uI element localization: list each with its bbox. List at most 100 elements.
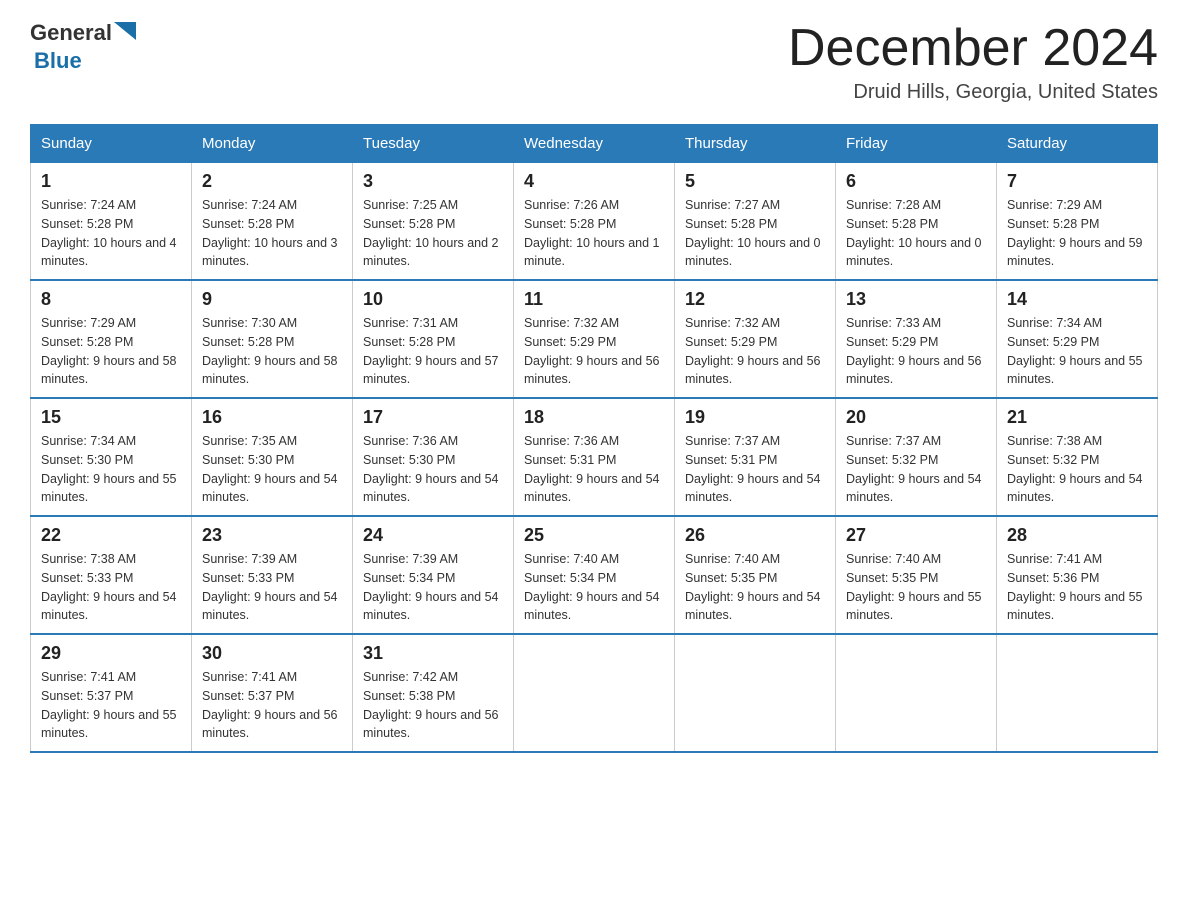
- title-block: December 2024 Druid Hills, Georgia, Unit…: [788, 20, 1158, 104]
- weekday-header-sunday: Sunday: [31, 125, 192, 163]
- day-number: 7: [1007, 171, 1147, 192]
- calendar-day-cell: 20 Sunrise: 7:37 AMSunset: 5:32 PMDaylig…: [836, 398, 997, 516]
- page-header: General Blue December 2024 Druid Hills, …: [30, 20, 1158, 104]
- calendar-day-cell: 23 Sunrise: 7:39 AMSunset: 5:33 PMDaylig…: [192, 516, 353, 634]
- day-number: 24: [363, 525, 503, 546]
- calendar-table: SundayMondayTuesdayWednesdayThursdayFrid…: [30, 124, 1158, 753]
- day-info: Sunrise: 7:29 AMSunset: 5:28 PMDaylight:…: [41, 316, 177, 386]
- day-number: 19: [685, 407, 825, 428]
- day-info: Sunrise: 7:34 AMSunset: 5:29 PMDaylight:…: [1007, 316, 1143, 386]
- calendar-day-cell: 14 Sunrise: 7:34 AMSunset: 5:29 PMDaylig…: [997, 280, 1158, 398]
- day-info: Sunrise: 7:24 AMSunset: 5:28 PMDaylight:…: [41, 198, 177, 268]
- calendar-day-cell: [836, 634, 997, 752]
- calendar-day-cell: 4 Sunrise: 7:26 AMSunset: 5:28 PMDayligh…: [514, 163, 675, 281]
- day-info: Sunrise: 7:41 AMSunset: 5:36 PMDaylight:…: [1007, 552, 1143, 622]
- day-number: 1: [41, 171, 181, 192]
- day-number: 17: [363, 407, 503, 428]
- weekday-header-wednesday: Wednesday: [514, 125, 675, 163]
- weekday-header-thursday: Thursday: [675, 125, 836, 163]
- calendar-day-cell: 12 Sunrise: 7:32 AMSunset: 5:29 PMDaylig…: [675, 280, 836, 398]
- calendar-header: SundayMondayTuesdayWednesdayThursdayFrid…: [31, 125, 1158, 163]
- weekday-header-monday: Monday: [192, 125, 353, 163]
- day-number: 13: [846, 289, 986, 310]
- day-info: Sunrise: 7:36 AMSunset: 5:30 PMDaylight:…: [363, 434, 499, 504]
- calendar-week-row: 1 Sunrise: 7:24 AMSunset: 5:28 PMDayligh…: [31, 163, 1158, 281]
- logo-arrow-icon: [114, 22, 136, 45]
- day-info: Sunrise: 7:29 AMSunset: 5:28 PMDaylight:…: [1007, 198, 1143, 268]
- day-info: Sunrise: 7:39 AMSunset: 5:34 PMDaylight:…: [363, 552, 499, 622]
- day-number: 12: [685, 289, 825, 310]
- day-number: 27: [846, 525, 986, 546]
- day-number: 21: [1007, 407, 1147, 428]
- day-number: 30: [202, 643, 342, 664]
- day-number: 5: [685, 171, 825, 192]
- calendar-day-cell: [675, 634, 836, 752]
- calendar-day-cell: 29 Sunrise: 7:41 AMSunset: 5:37 PMDaylig…: [31, 634, 192, 752]
- calendar-day-cell: 13 Sunrise: 7:33 AMSunset: 5:29 PMDaylig…: [836, 280, 997, 398]
- day-info: Sunrise: 7:40 AMSunset: 5:35 PMDaylight:…: [846, 552, 982, 622]
- day-info: Sunrise: 7:34 AMSunset: 5:30 PMDaylight:…: [41, 434, 177, 504]
- day-number: 29: [41, 643, 181, 664]
- day-info: Sunrise: 7:39 AMSunset: 5:33 PMDaylight:…: [202, 552, 338, 622]
- day-number: 16: [202, 407, 342, 428]
- calendar-day-cell: 2 Sunrise: 7:24 AMSunset: 5:28 PMDayligh…: [192, 163, 353, 281]
- day-number: 18: [524, 407, 664, 428]
- weekday-header-tuesday: Tuesday: [353, 125, 514, 163]
- calendar-day-cell: 5 Sunrise: 7:27 AMSunset: 5:28 PMDayligh…: [675, 163, 836, 281]
- day-info: Sunrise: 7:41 AMSunset: 5:37 PMDaylight:…: [202, 670, 338, 740]
- calendar-day-cell: 8 Sunrise: 7:29 AMSunset: 5:28 PMDayligh…: [31, 280, 192, 398]
- calendar-day-cell: 30 Sunrise: 7:41 AMSunset: 5:37 PMDaylig…: [192, 634, 353, 752]
- calendar-week-row: 8 Sunrise: 7:29 AMSunset: 5:28 PMDayligh…: [31, 280, 1158, 398]
- day-info: Sunrise: 7:26 AMSunset: 5:28 PMDaylight:…: [524, 198, 660, 268]
- calendar-day-cell: [997, 634, 1158, 752]
- day-info: Sunrise: 7:32 AMSunset: 5:29 PMDaylight:…: [524, 316, 660, 386]
- day-number: 14: [1007, 289, 1147, 310]
- calendar-day-cell: 22 Sunrise: 7:38 AMSunset: 5:33 PMDaylig…: [31, 516, 192, 634]
- calendar-day-cell: 16 Sunrise: 7:35 AMSunset: 5:30 PMDaylig…: [192, 398, 353, 516]
- day-info: Sunrise: 7:25 AMSunset: 5:28 PMDaylight:…: [363, 198, 499, 268]
- day-info: Sunrise: 7:37 AMSunset: 5:31 PMDaylight:…: [685, 434, 821, 504]
- day-number: 2: [202, 171, 342, 192]
- day-info: Sunrise: 7:24 AMSunset: 5:28 PMDaylight:…: [202, 198, 338, 268]
- day-number: 6: [846, 171, 986, 192]
- calendar-day-cell: 26 Sunrise: 7:40 AMSunset: 5:35 PMDaylig…: [675, 516, 836, 634]
- calendar-week-row: 15 Sunrise: 7:34 AMSunset: 5:30 PMDaylig…: [31, 398, 1158, 516]
- day-info: Sunrise: 7:30 AMSunset: 5:28 PMDaylight:…: [202, 316, 338, 386]
- day-number: 3: [363, 171, 503, 192]
- calendar-day-cell: 3 Sunrise: 7:25 AMSunset: 5:28 PMDayligh…: [353, 163, 514, 281]
- calendar-day-cell: 1 Sunrise: 7:24 AMSunset: 5:28 PMDayligh…: [31, 163, 192, 281]
- logo-general-text: General: [30, 20, 112, 46]
- day-number: 11: [524, 289, 664, 310]
- calendar-day-cell: 27 Sunrise: 7:40 AMSunset: 5:35 PMDaylig…: [836, 516, 997, 634]
- day-number: 10: [363, 289, 503, 310]
- day-number: 15: [41, 407, 181, 428]
- calendar-week-row: 29 Sunrise: 7:41 AMSunset: 5:37 PMDaylig…: [31, 634, 1158, 752]
- day-number: 23: [202, 525, 342, 546]
- day-number: 31: [363, 643, 503, 664]
- day-info: Sunrise: 7:31 AMSunset: 5:28 PMDaylight:…: [363, 316, 499, 386]
- day-number: 25: [524, 525, 664, 546]
- day-info: Sunrise: 7:27 AMSunset: 5:28 PMDaylight:…: [685, 198, 821, 268]
- calendar-day-cell: 21 Sunrise: 7:38 AMSunset: 5:32 PMDaylig…: [997, 398, 1158, 516]
- day-number: 28: [1007, 525, 1147, 546]
- calendar-day-cell: 7 Sunrise: 7:29 AMSunset: 5:28 PMDayligh…: [997, 163, 1158, 281]
- calendar-day-cell: 24 Sunrise: 7:39 AMSunset: 5:34 PMDaylig…: [353, 516, 514, 634]
- calendar-day-cell: 25 Sunrise: 7:40 AMSunset: 5:34 PMDaylig…: [514, 516, 675, 634]
- location-subtitle: Druid Hills, Georgia, United States: [788, 81, 1158, 104]
- day-info: Sunrise: 7:37 AMSunset: 5:32 PMDaylight:…: [846, 434, 982, 504]
- day-info: Sunrise: 7:40 AMSunset: 5:34 PMDaylight:…: [524, 552, 660, 622]
- month-title: December 2024: [788, 20, 1158, 77]
- day-number: 4: [524, 171, 664, 192]
- day-info: Sunrise: 7:28 AMSunset: 5:28 PMDaylight:…: [846, 198, 982, 268]
- day-number: 9: [202, 289, 342, 310]
- calendar-week-row: 22 Sunrise: 7:38 AMSunset: 5:33 PMDaylig…: [31, 516, 1158, 634]
- logo: General Blue: [30, 20, 136, 74]
- calendar-day-cell: 28 Sunrise: 7:41 AMSunset: 5:36 PMDaylig…: [997, 516, 1158, 634]
- calendar-day-cell: 18 Sunrise: 7:36 AMSunset: 5:31 PMDaylig…: [514, 398, 675, 516]
- day-info: Sunrise: 7:38 AMSunset: 5:32 PMDaylight:…: [1007, 434, 1143, 504]
- calendar-day-cell: 11 Sunrise: 7:32 AMSunset: 5:29 PMDaylig…: [514, 280, 675, 398]
- day-info: Sunrise: 7:33 AMSunset: 5:29 PMDaylight:…: [846, 316, 982, 386]
- calendar-day-cell: 31 Sunrise: 7:42 AMSunset: 5:38 PMDaylig…: [353, 634, 514, 752]
- day-number: 8: [41, 289, 181, 310]
- calendar-day-cell: 19 Sunrise: 7:37 AMSunset: 5:31 PMDaylig…: [675, 398, 836, 516]
